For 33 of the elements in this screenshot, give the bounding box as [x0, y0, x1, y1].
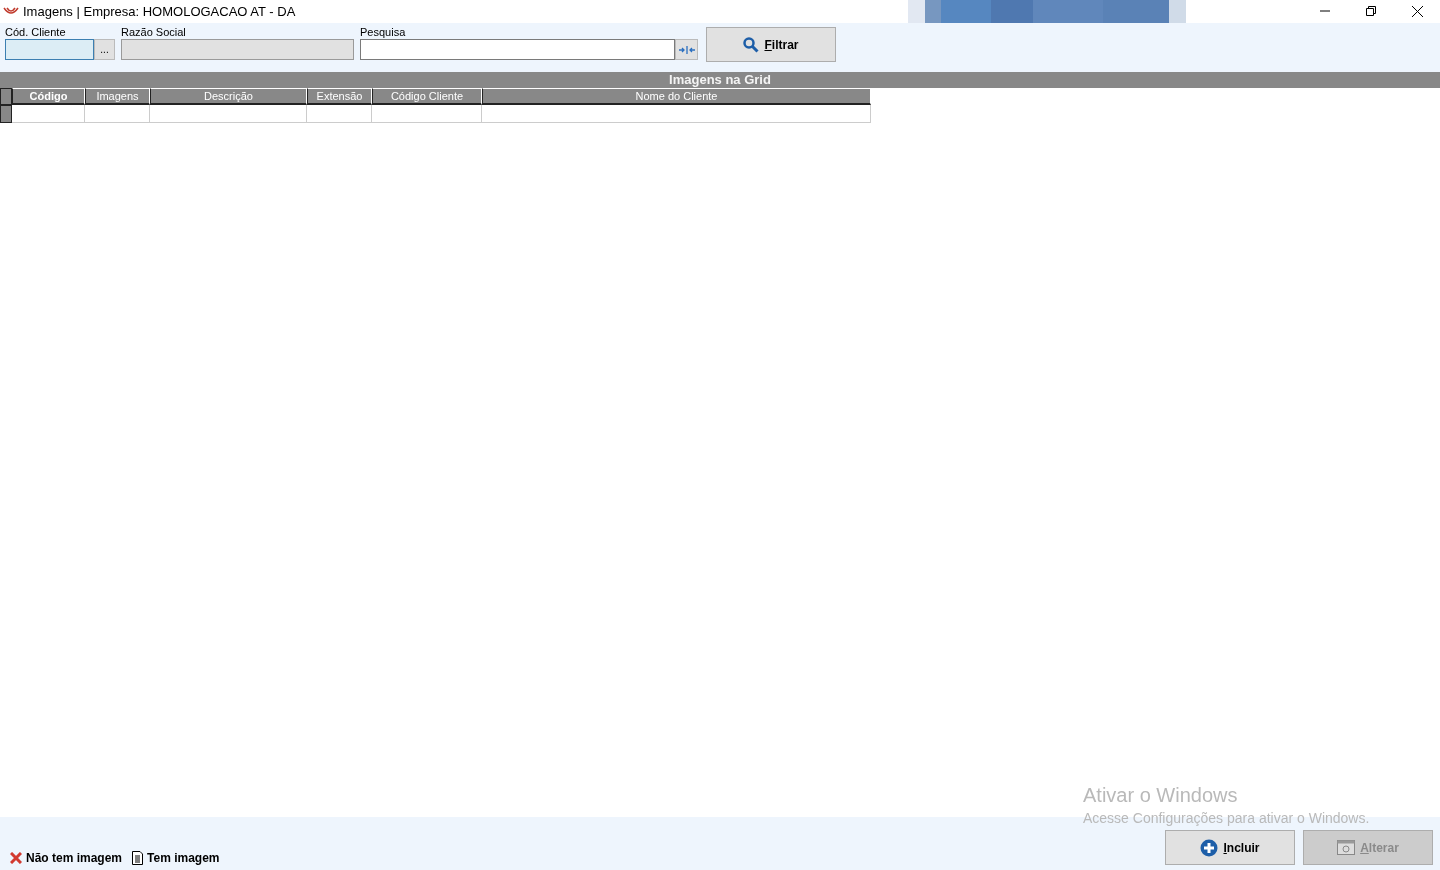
document-icon: [132, 851, 144, 865]
row-indicator-header: [0, 88, 12, 105]
row-indicator: [0, 105, 12, 123]
table-cell: [307, 105, 372, 123]
search-icon: [743, 36, 760, 53]
client-code-field[interactable]: [5, 39, 94, 60]
restore-icon: [1366, 6, 1376, 16]
column-header[interactable]: Descrição: [150, 88, 307, 105]
window-icon: [1337, 840, 1356, 855]
x-mark-icon: [10, 852, 22, 864]
split-button[interactable]: [675, 39, 698, 60]
table-cell: [85, 105, 150, 123]
activation-notice-title: Ativar o Windows: [1083, 784, 1239, 807]
grid-title: Imagens na Grid: [0, 72, 1440, 88]
column-header[interactable]: Imagens: [85, 88, 150, 105]
arrows-inward-icon: [678, 45, 695, 54]
activation-notice-text: Acesse Configurações para ativar o Windows.: [1083, 810, 1370, 826]
field-label: Pesquisa: [360, 25, 407, 39]
column-header[interactable]: Extensão: [307, 88, 372, 105]
window-title: Imagens | Empresa: HOMOLOGACAO AT - DA: [23, 4, 296, 19]
plus-icon: [1200, 838, 1219, 857]
field-label: Cód. Cliente: [5, 25, 67, 39]
field-label: Razão Social: [121, 25, 187, 39]
column-header[interactable]: Código: [12, 88, 85, 105]
close-icon: [1411, 5, 1423, 17]
lookup-button[interactable]: ...: [94, 39, 115, 60]
column-header[interactable]: Código Cliente: [372, 88, 482, 105]
legend-label: Não tem imagem: [26, 851, 123, 865]
column-header[interactable]: Nome do Cliente: [482, 88, 871, 105]
search-field[interactable]: [360, 39, 675, 60]
legend-label: Tem imagem: [147, 851, 220, 865]
add-button[interactable]: Incluir: [1165, 830, 1295, 865]
filter-button[interactable]: Filtrar: [706, 27, 836, 62]
